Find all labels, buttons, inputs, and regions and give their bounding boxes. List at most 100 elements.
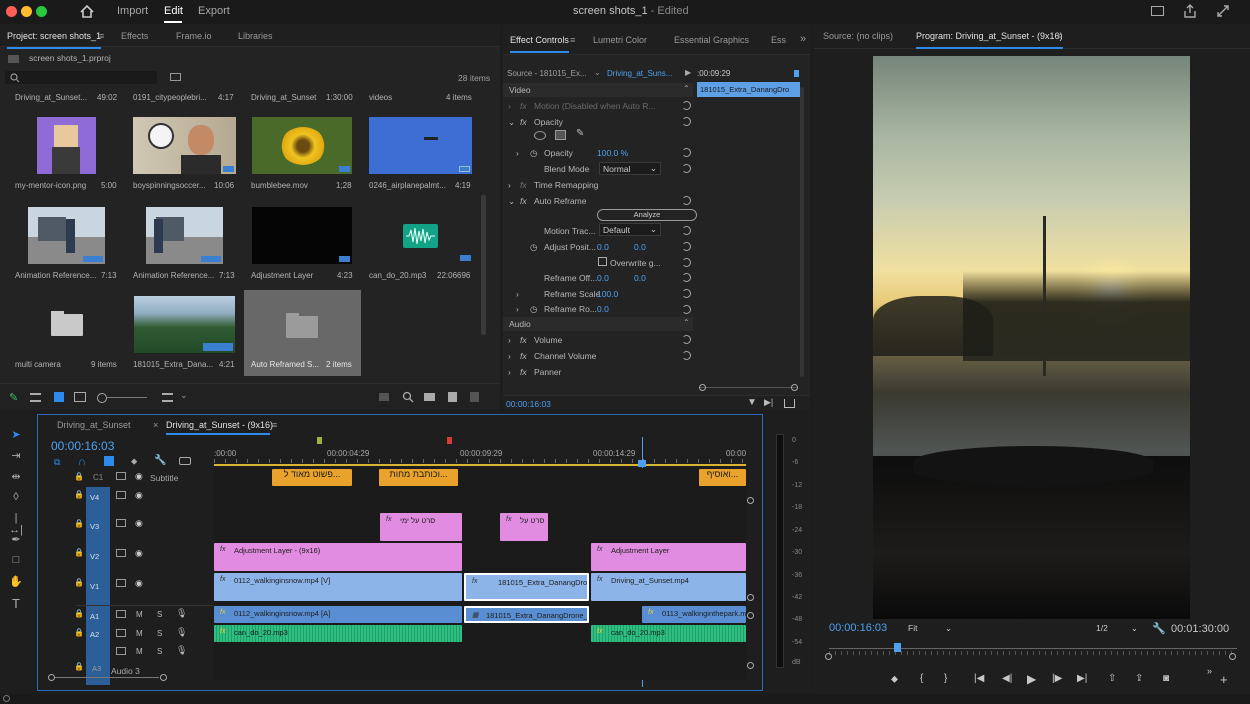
clip-v2-adjustment-9x16[interactable]: fx Adjustment Layer - (9x16) xyxy=(214,543,462,571)
reset-icon[interactable] xyxy=(682,258,691,267)
export-frame-icon[interactable]: ◙ xyxy=(1163,673,1169,684)
nav-export[interactable]: Export xyxy=(198,5,230,17)
vertical-zoom-handle[interactable] xyxy=(747,612,754,619)
eye-icon[interactable]: ◉ xyxy=(135,518,143,529)
solo-button[interactable]: S xyxy=(157,610,162,619)
nest-icon[interactable]: ⧉ xyxy=(54,457,66,467)
sync-lock-icon[interactable] xyxy=(116,472,126,480)
time-remapping-row[interactable]: › fx Time Remapping xyxy=(503,178,793,194)
horizontal-zoom-handle[interactable] xyxy=(48,674,55,681)
play-audio-icon[interactable]: ▶| xyxy=(764,397,773,408)
panel-menu-icon[interactable]: ≡ xyxy=(272,420,277,430)
automate-sequence-icon[interactable] xyxy=(379,393,389,401)
subtitle-clip-1[interactable]: פשוט מאוד ל... xyxy=(272,469,352,486)
go-to-out-icon[interactable]: ▶| xyxy=(1077,673,1087,684)
timeline-settings-icon[interactable]: 🔧 xyxy=(154,455,166,466)
track-id-a1[interactable]: A1 xyxy=(90,612,99,621)
audio-waveform-icon[interactable] xyxy=(403,224,438,248)
reset-icon[interactable] xyxy=(682,305,691,314)
tab-frameio[interactable]: Frame.io xyxy=(176,31,212,41)
blend-mode-select[interactable]: Normal ⌄ xyxy=(599,162,661,175)
ellipse-mask-icon[interactable] xyxy=(534,131,546,140)
volume-row[interactable]: › fx Volume xyxy=(503,333,793,349)
filter-icon[interactable]: ▼ xyxy=(747,397,757,408)
track-id-v2[interactable]: V2 xyxy=(90,552,99,561)
reset-icon[interactable] xyxy=(682,335,691,344)
eye-icon[interactable]: ◉ xyxy=(135,578,143,589)
vertical-zoom-handle[interactable] xyxy=(747,662,754,669)
close-tab-icon[interactable]: × xyxy=(153,420,158,430)
captions-icon[interactable] xyxy=(179,457,191,465)
tab-program[interactable]: Program: Driving_at_Sunset - (9x16) xyxy=(916,31,1063,49)
new-search-bin-icon[interactable] xyxy=(170,73,181,81)
mini-playhead[interactable] xyxy=(794,70,799,77)
reset-icon[interactable] xyxy=(682,289,691,298)
mini-timeline-clip[interactable]: 181015_Extra_DanangDro xyxy=(697,82,800,97)
effect-controls-scrollbar[interactable] xyxy=(800,87,804,377)
slip-tool-icon[interactable]: |↔| xyxy=(9,512,23,536)
track-id-a3[interactable]: A3 xyxy=(92,664,101,673)
scroll-handle-right[interactable] xyxy=(1229,653,1236,660)
tab-libraries[interactable]: Libraries xyxy=(238,31,273,41)
lock-icon[interactable]: 🔒 xyxy=(74,662,84,671)
track-id-a2[interactable]: A2 xyxy=(90,630,99,639)
linked-selection-icon[interactable] xyxy=(104,456,114,466)
tab-project[interactable]: Project: screen shots_1 xyxy=(7,31,102,49)
sort-chevron-icon[interactable]: ⌄ xyxy=(180,390,188,401)
adjust-y-value[interactable]: 0.0 xyxy=(634,242,646,252)
tab-effects[interactable]: Effects xyxy=(121,31,148,41)
effect-controls-timecode[interactable]: 00:00:16:03 xyxy=(506,399,551,409)
button-editor-icon[interactable]: + xyxy=(1220,672,1228,687)
lock-icon[interactable]: 🔒 xyxy=(74,472,84,481)
share-icon[interactable] xyxy=(1183,4,1197,18)
opacity-group-row[interactable]: ⌄ fx Opacity xyxy=(503,115,793,131)
new-bin-icon[interactable] xyxy=(424,393,435,401)
track-select-tool-icon[interactable]: ⇥ xyxy=(9,449,23,462)
nav-import[interactable]: Import xyxy=(117,5,148,17)
eye-icon[interactable]: ◉ xyxy=(135,490,143,501)
play-clip-icon[interactable]: ▶ xyxy=(685,68,691,77)
mini-zoom-handle[interactable] xyxy=(699,384,706,391)
add-marker-icon[interactable]: ⬥ xyxy=(891,674,898,685)
minimize-window-button[interactable] xyxy=(21,6,32,17)
track-id-v4[interactable]: V4 xyxy=(90,493,99,502)
eye-icon[interactable]: ◉ xyxy=(135,548,143,559)
timeline-timecode[interactable]: 00:00:16:03 xyxy=(51,439,114,453)
clip-a1-walkinginsnow[interactable]: fx 0112_walkinginsnow.mp4 [A] xyxy=(214,606,462,623)
rectangle-tool-icon[interactable]: □ xyxy=(9,554,23,566)
mark-in-icon[interactable]: { xyxy=(920,673,923,684)
collapse-icon[interactable]: ⌃ xyxy=(683,318,690,327)
reset-icon[interactable] xyxy=(682,226,691,235)
freeform-view-icon[interactable] xyxy=(74,392,86,402)
tab-ess[interactable]: Ess xyxy=(771,35,786,45)
go-to-in-icon[interactable]: |◀ xyxy=(974,673,984,684)
clip-a2-can-do-20[interactable]: fx can_do_20.mp3 xyxy=(214,625,462,642)
mini-zoom-handle[interactable] xyxy=(791,384,798,391)
thumb-animation-reference-2[interactable] xyxy=(146,207,223,264)
eye-icon[interactable]: ◉ xyxy=(135,471,143,482)
program-video-frame[interactable] xyxy=(873,56,1190,619)
pen-mask-icon[interactable]: ✎ xyxy=(576,128,584,139)
reset-icon[interactable] xyxy=(682,351,691,360)
reframe-rotation-value[interactable]: 0.0 xyxy=(597,304,609,314)
panel-menu-icon[interactable]: ≡ xyxy=(1057,31,1062,41)
channel-volume-row[interactable]: › fx Channel Volume xyxy=(503,349,793,365)
voiceover-mic-icon[interactable]: 🎙 xyxy=(176,645,187,656)
reframe-offset-y-value[interactable]: 0.0 xyxy=(634,273,646,283)
thumb-my-mentor-icon[interactable] xyxy=(37,117,96,174)
motion-row[interactable]: › fx Motion (Disabled when Auto R... xyxy=(503,99,793,115)
subtitle-clip-2[interactable]: וכותבת מחות... xyxy=(379,469,458,486)
project-scrollbar[interactable] xyxy=(481,195,486,335)
thumb-animation-reference-1[interactable] xyxy=(28,207,105,264)
type-tool-icon[interactable]: T xyxy=(9,596,23,611)
panel-menu-icon[interactable]: ≡ xyxy=(570,35,575,45)
solo-button[interactable]: S xyxy=(157,629,162,638)
selection-tool-icon[interactable]: ➤ xyxy=(9,428,23,441)
voiceover-mic-icon[interactable]: 🎙 xyxy=(176,608,187,619)
pen-tool-icon[interactable]: ✒ xyxy=(9,533,23,546)
tab-source[interactable]: Source: (no clips) xyxy=(823,31,893,41)
home-icon[interactable] xyxy=(80,5,94,18)
clip-v2-adjustment[interactable]: fx Adjustment Layer xyxy=(591,543,746,571)
toggle-track-output-icon[interactable] xyxy=(116,519,126,527)
thumb-adjustment-layer[interactable] xyxy=(252,207,352,264)
